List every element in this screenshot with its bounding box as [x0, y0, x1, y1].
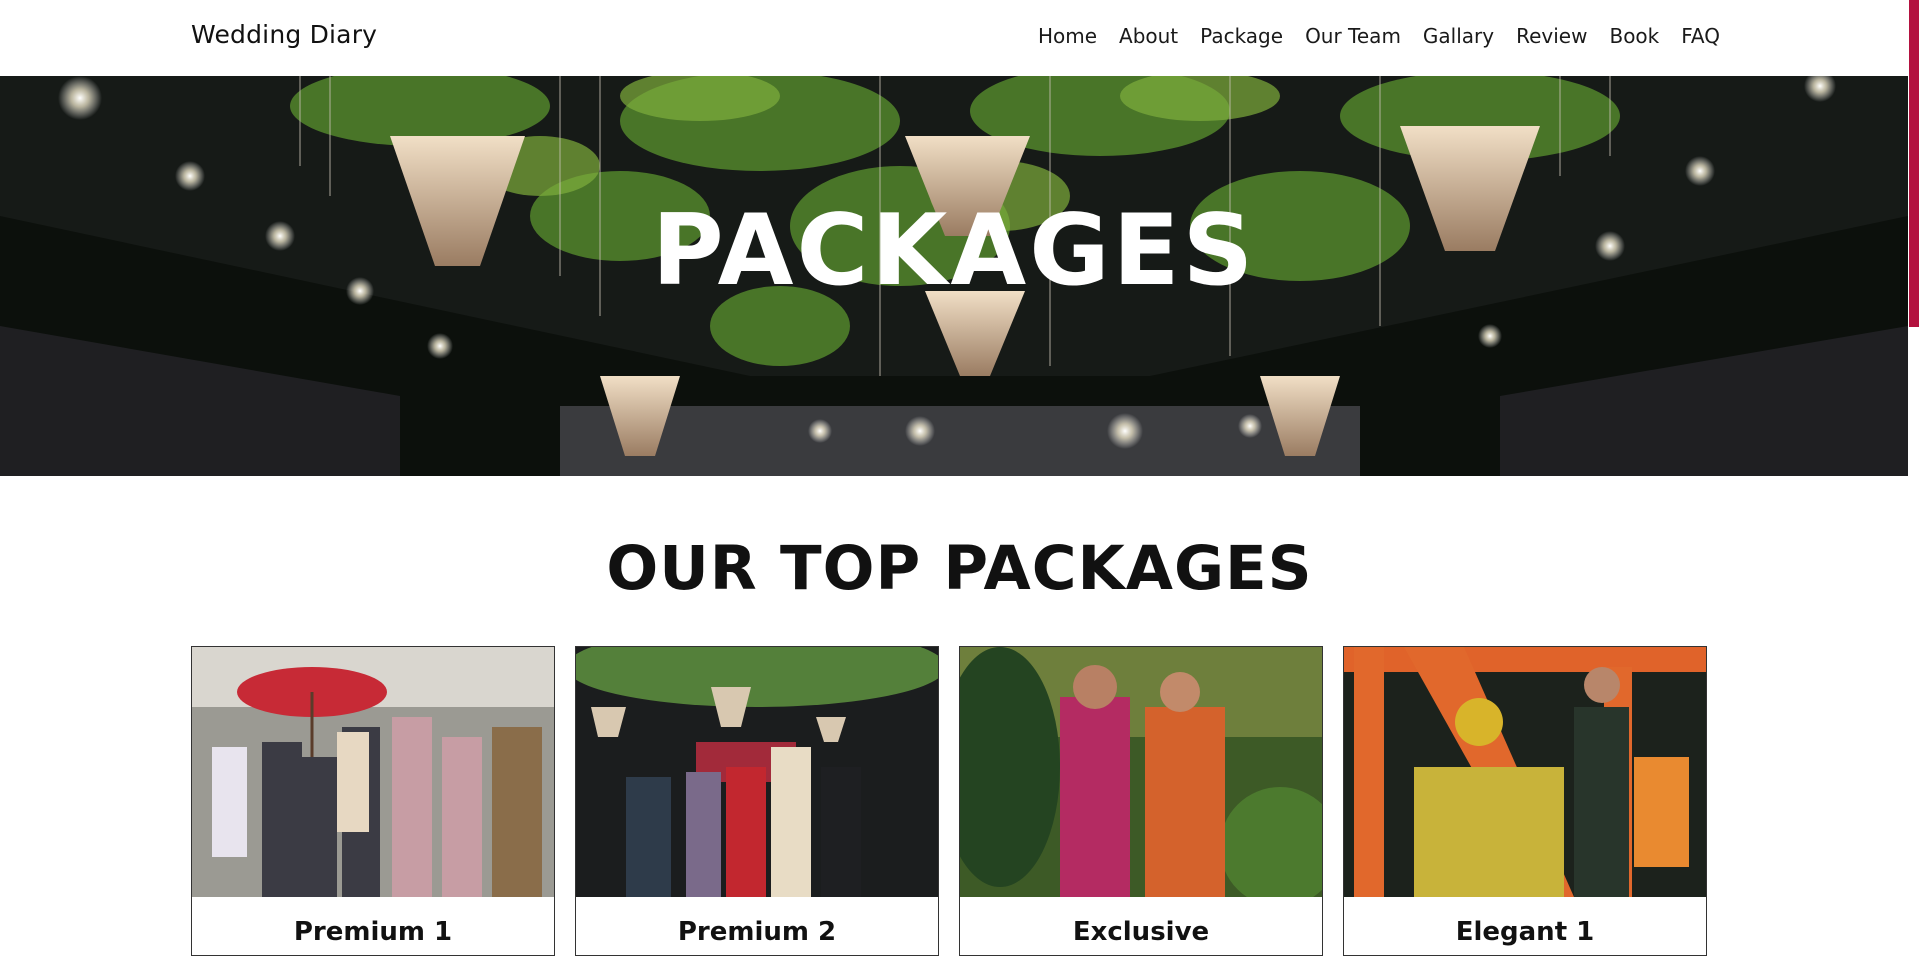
package-photo — [1344, 647, 1706, 897]
main-nav: Home About Package Our Team Gallary Revi… — [1038, 24, 1720, 48]
brand-logo[interactable]: Wedding Diary — [191, 20, 377, 49]
hero-title: PACKAGES — [651, 194, 1257, 308]
nav-home[interactable]: Home — [1038, 24, 1097, 48]
nav-faq[interactable]: FAQ — [1681, 24, 1720, 48]
package-title: Elegant 1 — [1455, 917, 1595, 947]
package-card-premium-2[interactable]: Premium 2 — [575, 646, 939, 956]
nav-our-team[interactable]: Our Team — [1305, 24, 1401, 48]
package-card-list: Premium 1 Premium 2 Exclusive Elegant 1 — [191, 646, 1707, 956]
site-header: Wedding Diary Home About Package Our Tea… — [0, 0, 1908, 76]
package-title: Premium 2 — [677, 917, 837, 947]
nav-package[interactable]: Package — [1200, 24, 1283, 48]
package-photo — [576, 647, 938, 897]
package-card-exclusive[interactable]: Exclusive — [959, 646, 1323, 956]
package-photo — [960, 647, 1322, 897]
nav-about[interactable]: About — [1119, 24, 1178, 48]
package-title: Exclusive — [1072, 917, 1210, 947]
package-card-elegant-1[interactable]: Elegant 1 — [1343, 646, 1707, 956]
nav-gallery[interactable]: Gallary — [1423, 24, 1494, 48]
package-card-premium-1[interactable]: Premium 1 — [191, 646, 555, 956]
package-photo — [192, 647, 554, 897]
section-title: OUR TOP PACKAGES — [606, 533, 1313, 604]
hero-banner: PACKAGES — [0, 76, 1908, 476]
nav-book[interactable]: Book — [1609, 24, 1659, 48]
scrollbar-thumb[interactable] — [1909, 0, 1919, 327]
package-title: Premium 1 — [293, 917, 453, 947]
nav-review[interactable]: Review — [1516, 24, 1587, 48]
